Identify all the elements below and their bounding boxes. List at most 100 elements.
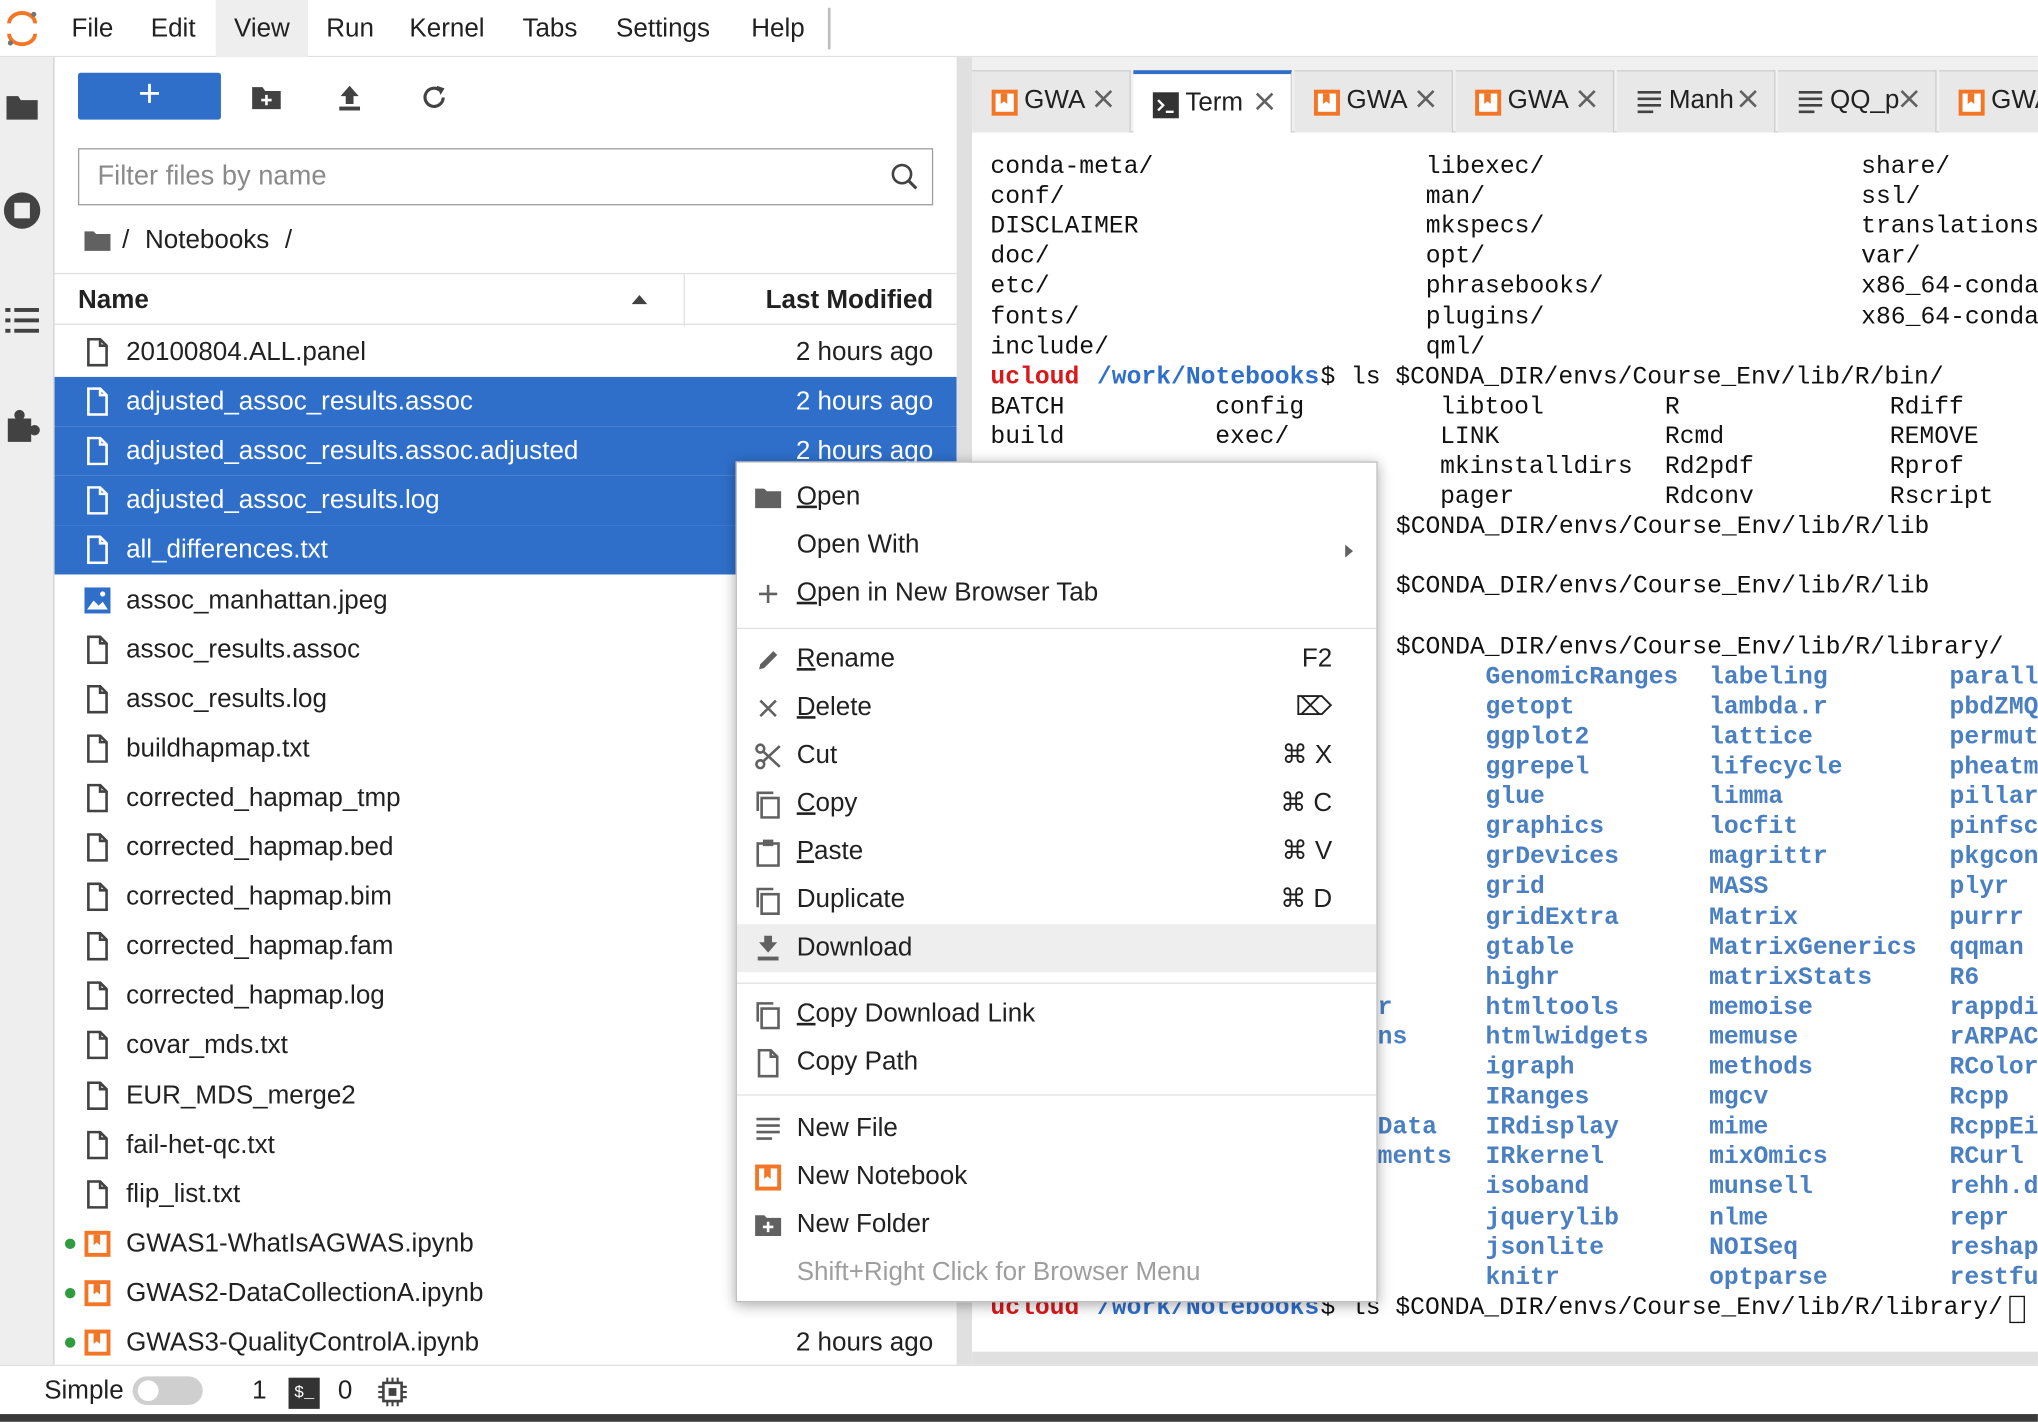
cpu-icon[interactable]: [377, 1376, 408, 1407]
menu-item-new-folder[interactable]: New Folder: [737, 1201, 1376, 1249]
menu-edit[interactable]: Edit: [133, 0, 214, 57]
breadcrumb-folder[interactable]: Notebooks: [145, 225, 269, 255]
file-icon: [83, 1130, 112, 1159]
menu-item-copy-path[interactable]: Copy Path: [737, 1038, 1376, 1086]
library-name: ggplot2: [1485, 722, 1590, 752]
tab-document[interactable]: GWA: [1939, 70, 2038, 133]
label-rest: ename: [815, 644, 895, 674]
close-icon[interactable]: [1253, 90, 1276, 113]
home-folder-icon[interactable]: [83, 229, 112, 252]
menu-item-open-in-new-browser-tab[interactable]: Open in New Browser Tab: [737, 569, 1376, 617]
terminal-text: share/: [1861, 152, 1951, 181]
terminal-icon[interactable]: $_: [288, 1377, 320, 1409]
menu-item-delete[interactable]: Delete ⌦: [737, 684, 1376, 732]
menu-item-label: Rename: [797, 636, 895, 684]
file-modified: 2 hours ago: [795, 337, 934, 367]
close-icon[interactable]: [1092, 87, 1115, 110]
menu-item-open-with[interactable]: Open With: [737, 521, 1376, 569]
table-of-contents-icon[interactable]: [0, 294, 44, 346]
running-sessions-icon[interactable]: [0, 185, 44, 237]
column-divider[interactable]: [683, 274, 685, 327]
column-name-header[interactable]: Name: [78, 274, 149, 326]
mnemonic-letter: O: [796, 482, 817, 511]
terminal-count[interactable]: 0: [338, 1366, 352, 1415]
menu-item-label: Paste: [797, 828, 863, 876]
menu-item-download[interactable]: Download: [736, 924, 1377, 973]
menu-run[interactable]: Run: [308, 0, 392, 57]
menu-file[interactable]: File: [53, 0, 131, 57]
file-icon: [83, 387, 112, 417]
menu-item-copy-download-link[interactable]: Copy Download Link: [737, 990, 1376, 1038]
pencil-icon: [754, 646, 783, 675]
library-name: getopt: [1485, 692, 1575, 722]
menu-item-new-notebook[interactable]: New Notebook: [737, 1153, 1376, 1201]
new-launcher-button[interactable]: +: [77, 72, 221, 120]
label-text: Copy Path: [796, 1047, 919, 1077]
file-name: covar_mds.txt: [126, 1031, 288, 1060]
menu-item-rename[interactable]: Rename F2: [737, 636, 1376, 684]
file-icon: [83, 486, 112, 516]
extension-manager-icon[interactable]: [0, 400, 44, 452]
jupyter-logo-icon[interactable]: [5, 10, 39, 47]
tab-document[interactable]: QQ_p: [1777, 70, 1937, 133]
close-icon[interactable]: [1414, 87, 1437, 110]
tab-label: GWA: [1346, 85, 1408, 115]
library-name: qqman: [1949, 932, 2024, 962]
file-row[interactable]: GWAS3-QualityControlA.ipynb 2 hours ago: [55, 1318, 957, 1367]
upload-icon[interactable]: [330, 78, 369, 117]
library-name: pkgcon: [1949, 842, 2038, 872]
refresh-icon[interactable]: [415, 78, 454, 117]
library-name: htmltools: [1485, 992, 1619, 1022]
filter-input[interactable]: [97, 149, 878, 205]
menu-item-label: Copy: [797, 780, 858, 828]
library-name: MASS: [1709, 872, 1769, 902]
menu-item-open[interactable]: Open: [737, 473, 1376, 521]
copy-icon: [754, 886, 783, 915]
file-icon: [83, 635, 112, 664]
kernel-count[interactable]: 1: [252, 1366, 266, 1415]
terminal-text: opt/: [1425, 242, 1486, 271]
terminal-text: Rcmd: [1664, 422, 1725, 451]
file-name: assoc_manhattan.jpeg: [126, 585, 388, 615]
close-icon[interactable]: [1898, 87, 1921, 110]
tab-document[interactable]: GWA: [972, 70, 1131, 133]
tab-label: Manh: [1668, 85, 1734, 115]
menu-item-copy[interactable]: Copy ⌘ C: [737, 780, 1376, 828]
tab-document[interactable]: Manh: [1616, 70, 1776, 133]
library-name: Data: [1377, 1112, 1437, 1142]
mnemonic-letter: C: [796, 788, 816, 818]
file-name: flip_list.txt: [126, 1179, 241, 1209]
menu-item-label: Duplicate: [797, 876, 905, 924]
menu-item-cut[interactable]: Cut ⌘ X: [737, 732, 1376, 780]
terminal-text: etc/: [990, 272, 1050, 301]
tab-document[interactable]: GWA: [1455, 70, 1615, 133]
sort-ascending-icon[interactable]: [631, 295, 648, 305]
file-row[interactable]: 20100804.ALL.panel 2 hours ago: [55, 328, 957, 377]
close-icon[interactable]: [1736, 87, 1759, 110]
library-name: munsell: [1709, 1172, 1813, 1202]
library-name: labeling: [1709, 662, 1828, 692]
main-tab-bar: GWA Term GWA GWA Manh QQ_p GWA: [972, 57, 2038, 134]
close-icon[interactable]: [1575, 87, 1598, 110]
menu-tabs[interactable]: Tabs: [504, 0, 595, 57]
menu-help[interactable]: Help: [733, 0, 823, 57]
menu-item-new-file[interactable]: New File: [737, 1105, 1376, 1153]
tab-terminal[interactable]: Term: [1133, 70, 1292, 134]
library-name: RcppEi: [1949, 1112, 2038, 1142]
menu-settings[interactable]: Settings: [598, 0, 728, 57]
terminal-text: x86_64-conda: [1861, 302, 2038, 331]
menu-item-duplicate[interactable]: Duplicate ⌘ D: [737, 876, 1376, 924]
menu-view[interactable]: View: [215, 0, 309, 58]
menu-item-paste[interactable]: Paste ⌘ V: [737, 828, 1376, 876]
folder-icon[interactable]: [0, 81, 44, 133]
column-modified-header[interactable]: Last Modified: [766, 274, 934, 326]
new-folder-icon[interactable]: [247, 78, 286, 117]
terminal-text: man/: [1425, 182, 1486, 211]
simple-mode-toggle[interactable]: [132, 1376, 203, 1405]
notebook-icon: [1474, 88, 1502, 116]
menu-item-label: New Notebook: [797, 1153, 968, 1201]
tab-document[interactable]: GWA: [1294, 70, 1454, 133]
file-row[interactable]: adjusted_assoc_results.assoc 2 hours ago: [54, 377, 957, 427]
breadcrumb-root[interactable]: /: [122, 225, 129, 255]
menu-kernel[interactable]: Kernel: [391, 0, 503, 57]
